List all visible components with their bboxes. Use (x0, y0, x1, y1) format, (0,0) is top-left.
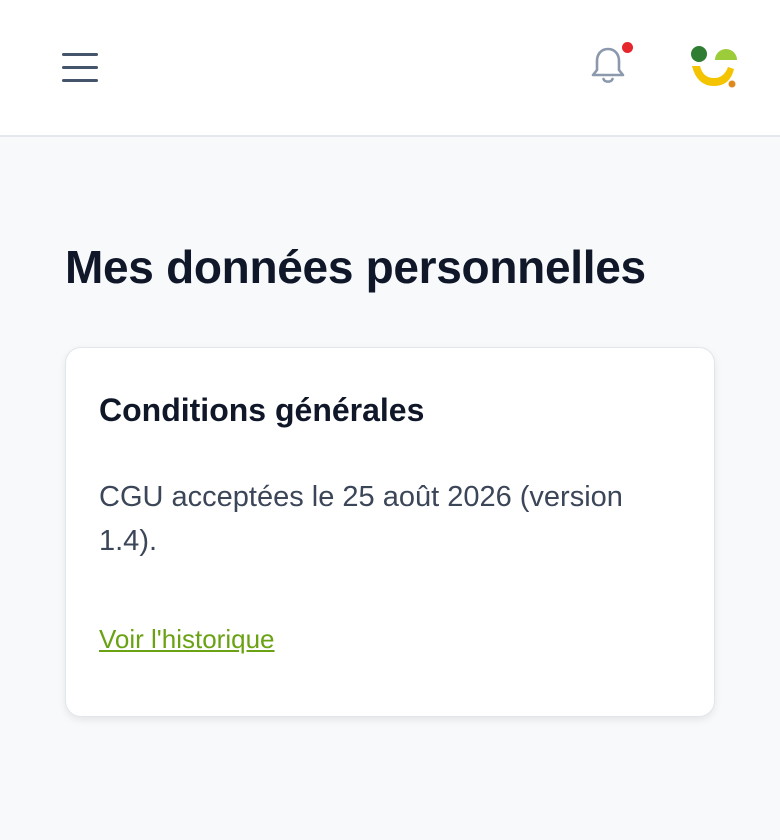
notifications-button[interactable] (588, 42, 633, 88)
hamburger-menu-icon[interactable] (58, 48, 102, 88)
top-header (0, 0, 780, 137)
brand-logo-icon (688, 44, 742, 92)
card-title: Conditions générales (99, 392, 425, 428)
view-history-link[interactable]: Voir l'historique (99, 624, 275, 655)
page-title: Mes données personnelles (65, 241, 646, 293)
terms-acceptance-text: CGU acceptées le 25 août 2026 (version 1… (99, 481, 623, 557)
notification-badge (622, 42, 633, 53)
terms-card: Conditions générales CGU acceptées le 25… (65, 347, 715, 717)
